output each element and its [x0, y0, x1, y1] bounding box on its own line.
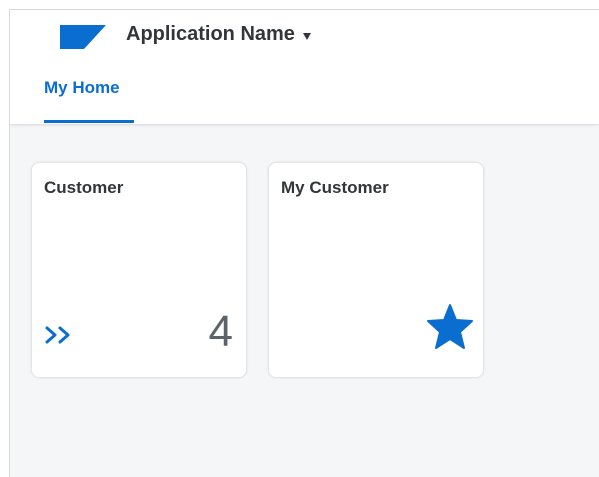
app-title-menu[interactable]: Application Name: [126, 23, 311, 46]
shell-header: Application Name My Home: [10, 10, 599, 124]
double-chevron-right-icon: [45, 326, 70, 344]
tile-count: 4: [208, 307, 233, 356]
tile-title: My Customer: [281, 178, 389, 197]
tab-my-home[interactable]: My Home: [44, 78, 120, 98]
app-title: Application Name: [126, 23, 295, 45]
star-icon: [427, 304, 473, 349]
caret-down-icon: [302, 32, 311, 40]
tile-customer[interactable]: Customer 4: [31, 162, 247, 378]
tile-title: Customer: [44, 178, 124, 197]
tile-my-customer[interactable]: My Customer: [268, 162, 484, 378]
active-tab-indicator: [44, 120, 134, 123]
company-logo[interactable]: [60, 25, 106, 49]
launchpad-window: Application Name My Home Customer 4 My C…: [9, 9, 599, 477]
